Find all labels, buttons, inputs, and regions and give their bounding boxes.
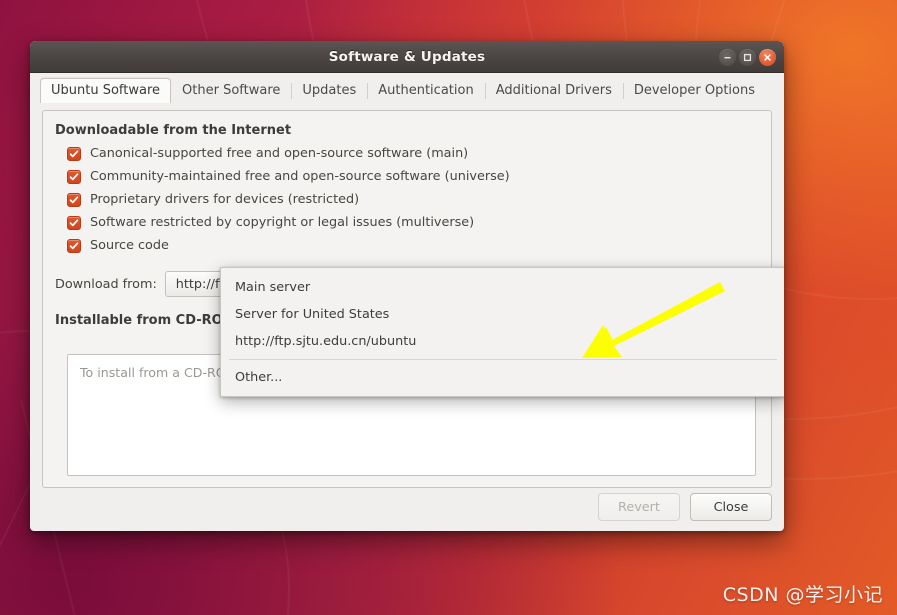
checkbox-checked-icon[interactable] <box>67 192 81 207</box>
dropdown-separator <box>229 359 777 360</box>
close-button[interactable]: Close <box>690 493 772 521</box>
desktop-background: Software & Updates Ubuntu Software Other… <box>0 0 897 615</box>
dropdown-item-main-server[interactable]: Main server <box>221 274 784 301</box>
checkbox-row-main[interactable]: Canonical-supported free and open-source… <box>67 146 771 161</box>
tab-authentication[interactable]: Authentication <box>367 78 484 103</box>
window-titlebar[interactable]: Software & Updates <box>30 41 784 73</box>
close-icon[interactable] <box>759 48 776 66</box>
minimize-icon[interactable] <box>719 48 736 66</box>
revert-button[interactable]: Revert <box>598 493 680 521</box>
checkbox-checked-icon[interactable] <box>67 215 81 230</box>
checkbox-label: Canonical-supported free and open-source… <box>90 146 469 161</box>
checkbox-checked-icon[interactable] <box>67 238 81 253</box>
downloadable-section-title: Downloadable from the Internet <box>55 123 292 138</box>
checkbox-label: Software restricted by copyright or lega… <box>90 215 475 230</box>
checkbox-label: Source code <box>90 238 169 253</box>
download-from-label: Download from: <box>55 276 157 292</box>
tab-other-software[interactable]: Other Software <box>171 78 291 103</box>
maximize-icon[interactable] <box>739 48 756 66</box>
checkbox-row-source-code[interactable]: Source code <box>67 238 771 253</box>
checkbox-row-multiverse[interactable]: Software restricted by copyright or lega… <box>67 215 771 230</box>
tab-updates[interactable]: Updates <box>291 78 367 103</box>
checkbox-checked-icon[interactable] <box>67 169 81 184</box>
dropdown-item-server-for-country[interactable]: Server for United States <box>221 301 784 328</box>
software-updates-window: Software & Updates Ubuntu Software Other… <box>30 41 784 531</box>
window-controls <box>719 41 776 73</box>
window-title: Software & Updates <box>328 48 486 65</box>
dialog-footer: Revert Close <box>598 493 772 521</box>
tab-ubuntu-software[interactable]: Ubuntu Software <box>40 78 172 103</box>
download-from-dropdown-menu: Main server Server for United States htt… <box>220 267 784 397</box>
dropdown-item-other[interactable]: Other... <box>221 364 784 391</box>
tab-developer-options[interactable]: Developer Options <box>622 78 766 103</box>
checkbox-checked-icon[interactable] <box>67 146 81 161</box>
checkbox-label: Proprietary drivers for devices (restric… <box>90 192 360 207</box>
checkbox-row-universe[interactable]: Community-maintained free and open-sourc… <box>67 169 771 184</box>
tab-bar: Ubuntu Software Other Software Updates A… <box>30 73 784 103</box>
watermark-text: CSDN @学习小记 <box>722 584 883 606</box>
checkbox-row-restricted[interactable]: Proprietary drivers for devices (restric… <box>67 192 771 207</box>
checkbox-label: Community-maintained free and open-sourc… <box>90 169 510 184</box>
dropdown-item-current-mirror[interactable]: http://ftp.sjtu.edu.cn/ubuntu <box>221 328 784 355</box>
tab-additional-drivers[interactable]: Additional Drivers <box>484 78 623 103</box>
